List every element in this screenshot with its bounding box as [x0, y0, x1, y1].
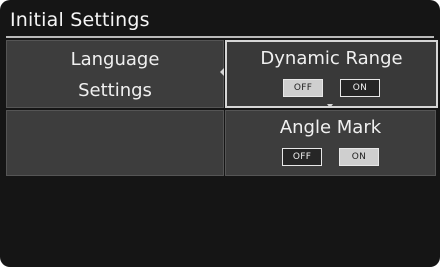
language-label-line1: Language — [70, 49, 160, 70]
empty-menu-slot — [6, 110, 224, 176]
focus-pointer-left-icon — [220, 68, 224, 76]
focus-pointer-down-icon — [327, 104, 333, 108]
dynamic-range-on-button[interactable]: ON — [340, 79, 380, 97]
dynamic-range-label: Dynamic Range — [260, 48, 403, 69]
language-label-line2: Settings — [78, 80, 152, 101]
angle-mark-on-button[interactable]: ON — [339, 148, 379, 166]
dynamic-range-options: OFF ON — [227, 79, 436, 97]
language-settings-button[interactable]: Language Settings — [6, 40, 224, 108]
title-divider — [6, 36, 434, 38]
page-title: Initial Settings — [10, 9, 150, 31]
dynamic-range-off-button[interactable]: OFF — [283, 79, 323, 97]
angle-mark-label: Angle Mark — [279, 117, 382, 138]
angle-mark-off-button[interactable]: OFF — [282, 148, 322, 166]
dynamic-range-setting[interactable]: Dynamic Range OFF ON — [225, 40, 438, 108]
angle-mark-options: OFF ON — [226, 148, 435, 166]
settings-screen: Initial Settings Language Settings Dynam… — [0, 0, 440, 267]
angle-mark-setting[interactable]: Angle Mark OFF ON — [225, 110, 436, 176]
